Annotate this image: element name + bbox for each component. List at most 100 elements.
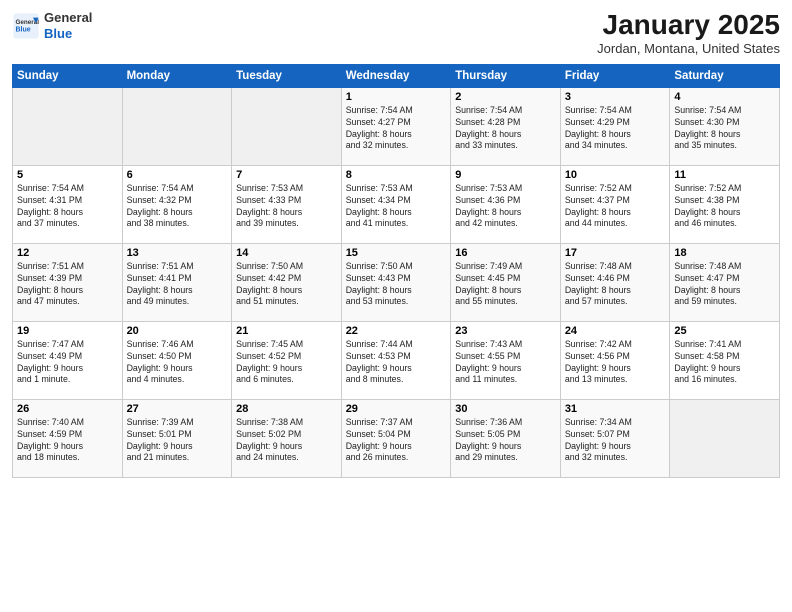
day-info: Sunrise: 7:34 AM Sunset: 5:07 PM Dayligh… (565, 417, 666, 465)
day-info: Sunrise: 7:54 AM Sunset: 4:28 PM Dayligh… (455, 105, 556, 153)
day-info: Sunrise: 7:36 AM Sunset: 5:05 PM Dayligh… (455, 417, 556, 465)
day-number: 8 (346, 169, 447, 181)
calendar-cell (13, 87, 123, 165)
day-number: 16 (455, 247, 556, 259)
calendar-cell (232, 87, 342, 165)
day-info: Sunrise: 7:41 AM Sunset: 4:58 PM Dayligh… (674, 339, 775, 387)
calendar-cell: 27Sunrise: 7:39 AM Sunset: 5:01 PM Dayli… (122, 399, 232, 477)
calendar-cell: 13 Sunrise: 7:51 AM Sunset: 4:41 PM Dayli… (122, 243, 232, 321)
calendar-cell (122, 87, 232, 165)
calendar-cell: 17 Sunrise: 7:48 AM Sunset: 4:46 PM Dayli… (560, 243, 670, 321)
day-number: 11 (674, 169, 775, 181)
calendar-header-friday: Friday (560, 64, 670, 87)
calendar-cell: 11Sunrise: 7:52 AM Sunset: 4:38 PM Dayli… (670, 165, 780, 243)
day-number: 3 (565, 91, 666, 103)
day-info: Sunrise: 7:50 AM Sunset: 4:42 PM Dayligh… (236, 261, 337, 309)
day-number: 17 (565, 247, 666, 259)
day-info: Sunrise: 7:48 AM Sunset: 4:47 PM Dayligh… (674, 261, 775, 309)
day-info: Sunrise: 7:54 AM Sunset: 4:27 PM Dayligh… (346, 105, 447, 153)
day-number: 29 (346, 403, 447, 415)
day-info: Sunrise: 7:43 AM Sunset: 4:55 PM Dayligh… (455, 339, 556, 387)
day-number: 6 (127, 169, 228, 181)
logo-text: General Blue (44, 10, 92, 41)
day-info: Sunrise: 7:48 AM Sunset: 4:46 PM Dayligh… (565, 261, 666, 309)
day-info: Sunrise: 7:54 AM Sunset: 4:32 PM Dayligh… (127, 183, 228, 231)
day-info: Sunrise: 7:50 AM Sunset: 4:43 PM Dayligh… (346, 261, 447, 309)
day-number: 12 (17, 247, 118, 259)
calendar-cell: 31 Sunrise: 7:34 AM Sunset: 5:07 PM Dayli… (560, 399, 670, 477)
logo-icon: General Blue (12, 12, 40, 40)
day-info: Sunrise: 7:53 AM Sunset: 4:33 PM Dayligh… (236, 183, 337, 231)
calendar-cell: 19 Sunrise: 7:47 AM Sunset: 4:49 PM Dayli… (13, 321, 123, 399)
day-info: Sunrise: 7:44 AM Sunset: 4:53 PM Dayligh… (346, 339, 447, 387)
day-number: 1 (346, 91, 447, 103)
calendar-header-sunday: Sunday (13, 64, 123, 87)
month-title: January 2025 (597, 10, 780, 41)
day-number: 24 (565, 325, 666, 337)
calendar-week-3: 12 Sunrise: 7:51 AM Sunset: 4:39 PM Dayli… (13, 243, 780, 321)
day-number: 9 (455, 169, 556, 181)
day-info: Sunrise: 7:51 AM Sunset: 4:39 PM Dayligh… (17, 261, 118, 309)
svg-text:Blue: Blue (16, 26, 31, 33)
calendar-cell: 30 Sunrise: 7:36 AM Sunset: 5:05 PM Dayli… (451, 399, 561, 477)
day-number: 5 (17, 169, 118, 181)
day-info: Sunrise: 7:52 AM Sunset: 4:37 PM Dayligh… (565, 183, 666, 231)
day-number: 19 (17, 325, 118, 337)
day-info: Sunrise: 7:54 AM Sunset: 4:31 PM Dayligh… (17, 183, 118, 231)
calendar-week-1: 1 Sunrise: 7:54 AM Sunset: 4:27 PM Daylig… (13, 87, 780, 165)
day-info: Sunrise: 7:51 AM Sunset: 4:41 PM Dayligh… (127, 261, 228, 309)
day-info: Sunrise: 7:53 AM Sunset: 4:36 PM Dayligh… (455, 183, 556, 231)
logo: General Blue General Blue (12, 10, 92, 41)
day-number: 2 (455, 91, 556, 103)
calendar-cell: 20Sunrise: 7:46 AM Sunset: 4:50 PM Dayli… (122, 321, 232, 399)
calendar-header-thursday: Thursday (451, 64, 561, 87)
calendar-cell: 22 Sunrise: 7:44 AM Sunset: 4:53 PM Dayli… (341, 321, 451, 399)
calendar-cell: 25 Sunrise: 7:41 AM Sunset: 4:58 PM Dayli… (670, 321, 780, 399)
day-info: Sunrise: 7:49 AM Sunset: 4:45 PM Dayligh… (455, 261, 556, 309)
calendar-cell: 14Sunrise: 7:50 AM Sunset: 4:42 PM Dayli… (232, 243, 342, 321)
calendar-cell: 4Sunrise: 7:54 AM Sunset: 4:30 PM Daylig… (670, 87, 780, 165)
day-info: Sunrise: 7:42 AM Sunset: 4:56 PM Dayligh… (565, 339, 666, 387)
calendar-cell: 10Sunrise: 7:52 AM Sunset: 4:37 PM Dayli… (560, 165, 670, 243)
day-number: 25 (674, 325, 775, 337)
day-info: Sunrise: 7:47 AM Sunset: 4:49 PM Dayligh… (17, 339, 118, 387)
calendar-cell: 15Sunrise: 7:50 AM Sunset: 4:43 PM Dayli… (341, 243, 451, 321)
calendar-cell: 5 Sunrise: 7:54 AM Sunset: 4:31 PM Daylig… (13, 165, 123, 243)
day-number: 18 (674, 247, 775, 259)
calendar-cell: 3 Sunrise: 7:54 AM Sunset: 4:29 PM Daylig… (560, 87, 670, 165)
calendar-week-4: 19 Sunrise: 7:47 AM Sunset: 4:49 PM Dayli… (13, 321, 780, 399)
day-number: 27 (127, 403, 228, 415)
logo-blue: Blue (44, 26, 72, 41)
day-number: 7 (236, 169, 337, 181)
day-info: Sunrise: 7:40 AM Sunset: 4:59 PM Dayligh… (17, 417, 118, 465)
calendar-cell: 21Sunrise: 7:45 AM Sunset: 4:52 PM Dayli… (232, 321, 342, 399)
day-number: 30 (455, 403, 556, 415)
calendar-cell: 23Sunrise: 7:43 AM Sunset: 4:55 PM Dayli… (451, 321, 561, 399)
calendar-header-tuesday: Tuesday (232, 64, 342, 87)
day-number: 31 (565, 403, 666, 415)
day-number: 28 (236, 403, 337, 415)
calendar-cell: 18 Sunrise: 7:48 AM Sunset: 4:47 PM Dayli… (670, 243, 780, 321)
calendar-cell: 6 Sunrise: 7:54 AM Sunset: 4:32 PM Daylig… (122, 165, 232, 243)
page: General Blue General Blue January 2025 J… (0, 0, 792, 612)
day-info: Sunrise: 7:54 AM Sunset: 4:29 PM Dayligh… (565, 105, 666, 153)
calendar-cell: 7 Sunrise: 7:53 AM Sunset: 4:33 PM Daylig… (232, 165, 342, 243)
title-section: January 2025 Jordan, Montana, United Sta… (597, 10, 780, 56)
day-info: Sunrise: 7:54 AM Sunset: 4:30 PM Dayligh… (674, 105, 775, 153)
calendar-cell: 26Sunrise: 7:40 AM Sunset: 4:59 PM Dayli… (13, 399, 123, 477)
day-info: Sunrise: 7:46 AM Sunset: 4:50 PM Dayligh… (127, 339, 228, 387)
calendar-cell: 8 Sunrise: 7:53 AM Sunset: 4:34 PM Daylig… (341, 165, 451, 243)
calendar-header-wednesday: Wednesday (341, 64, 451, 87)
calendar-cell (670, 399, 780, 477)
location: Jordan, Montana, United States (597, 41, 780, 56)
day-number: 13 (127, 247, 228, 259)
day-number: 22 (346, 325, 447, 337)
day-info: Sunrise: 7:38 AM Sunset: 5:02 PM Dayligh… (236, 417, 337, 465)
calendar-header-saturday: Saturday (670, 64, 780, 87)
day-info: Sunrise: 7:53 AM Sunset: 4:34 PM Dayligh… (346, 183, 447, 231)
calendar-cell: 16 Sunrise: 7:49 AM Sunset: 4:45 PM Dayli… (451, 243, 561, 321)
calendar-header-monday: Monday (122, 64, 232, 87)
calendar: SundayMondayTuesdayWednesdayThursdayFrid… (12, 64, 780, 478)
calendar-cell: 12 Sunrise: 7:51 AM Sunset: 4:39 PM Dayli… (13, 243, 123, 321)
header: General Blue General Blue January 2025 J… (12, 10, 780, 56)
